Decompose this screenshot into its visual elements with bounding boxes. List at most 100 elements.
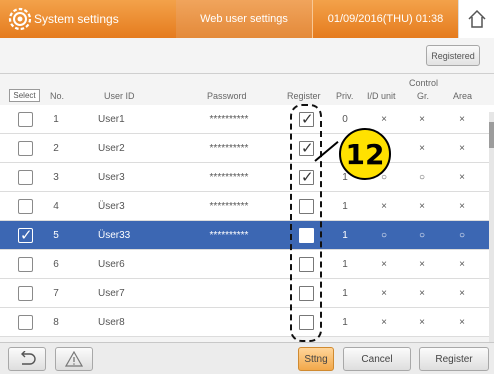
table-row[interactable]: 1 User1 ********** ✓ 0 × × ×: [0, 105, 494, 134]
check-icon: ✓: [20, 227, 33, 244]
idu-control: ×: [381, 201, 387, 212]
user-id: User2: [98, 143, 125, 154]
back-button[interactable]: [8, 347, 46, 371]
password-mask: **********: [209, 114, 249, 125]
select-checkbox[interactable]: [18, 141, 33, 156]
table-row[interactable]: 4 Üser3 ********** 1 × × ×: [0, 192, 494, 221]
area-control: ×: [459, 288, 465, 299]
user-id: User3: [98, 172, 125, 183]
user-id: User1: [98, 114, 125, 125]
register-label: Register: [435, 353, 473, 365]
privilege-level: 1: [342, 317, 348, 328]
row-number: 2: [53, 143, 59, 154]
password-mask: **********: [209, 143, 249, 154]
select-checkbox[interactable]: ✓: [18, 227, 33, 244]
select-checkbox[interactable]: [18, 286, 33, 301]
select-checkbox[interactable]: [18, 315, 33, 330]
select-checkbox[interactable]: [18, 112, 33, 127]
callout-badge: 12: [339, 128, 391, 180]
area-control: ×: [459, 143, 465, 154]
group-control: ○: [418, 172, 426, 183]
select-checkbox[interactable]: [18, 257, 33, 272]
area-control: ×: [459, 114, 465, 125]
group-control: ×: [419, 201, 425, 212]
idu-control: ○: [380, 230, 388, 241]
row-number: 8: [53, 317, 59, 328]
col-register: Register: [287, 91, 321, 101]
scrollbar-thumb[interactable]: [489, 122, 494, 148]
group-control: ×: [419, 317, 425, 328]
group-control: ×: [419, 259, 425, 270]
warning-button[interactable]: [55, 347, 93, 371]
area-control: ○: [458, 230, 466, 241]
select-checkbox[interactable]: [18, 170, 33, 185]
row-number: 3: [53, 172, 59, 183]
password-mask: **********: [209, 172, 249, 183]
registered-label: Registered: [431, 50, 475, 61]
home-button[interactable]: [458, 0, 494, 38]
table-row[interactable]: 3 User3 ********** ✓ 1 ○ ○ ×: [0, 163, 494, 192]
cancel-label: Cancel: [361, 353, 393, 365]
datetime-display: 01/09/2016(THU) 01:38: [312, 0, 458, 38]
password-mask: [192, 308, 266, 337]
col-gr: Gr.: [417, 91, 430, 101]
password-mask: **********: [209, 201, 249, 212]
password-mask: **********: [209, 230, 249, 241]
select-label: Select: [13, 91, 36, 100]
col-idu: I/D unit: [367, 91, 396, 101]
back-icon: [21, 351, 36, 365]
row-number: 6: [53, 259, 59, 270]
table-row[interactable]: 8 User8 1 × × ×: [0, 308, 494, 337]
password-mask: [192, 250, 266, 279]
register-column-highlight: [290, 104, 322, 342]
privilege-level: 1: [342, 259, 348, 270]
privilege-level: 1: [342, 230, 348, 241]
user-id: Üser3: [98, 201, 125, 212]
settings-button[interactable]: Sttng: [298, 347, 334, 371]
idu-control: ×: [381, 317, 387, 328]
idu-control: ×: [381, 288, 387, 299]
col-user-id: User ID: [104, 91, 135, 101]
group-control: ○: [418, 230, 426, 241]
table-row[interactable]: 2 User2 ********** ✓ × ×: [0, 134, 494, 163]
area-control: ×: [459, 201, 465, 212]
col-area: Area: [453, 91, 473, 101]
group-control: ×: [419, 114, 425, 125]
privilege-level: 1: [342, 288, 348, 299]
row-number: 7: [53, 288, 59, 299]
table-row[interactable]: 6 User6 1 × × ×: [0, 250, 494, 279]
area-control: ×: [459, 172, 465, 183]
select-all-button[interactable]: Select: [9, 89, 40, 102]
row-number: 4: [53, 201, 59, 212]
system-settings-tab[interactable]: System settings: [0, 0, 176, 38]
user-id: User8: [98, 317, 125, 328]
system-settings-label: System settings: [34, 12, 119, 26]
col-no: No.: [50, 91, 65, 101]
col-control: Control: [409, 78, 439, 88]
sttng-label: Sttng: [304, 353, 328, 365]
datetime-text: 01/09/2016(THU) 01:38: [327, 13, 444, 25]
user-id: User7: [98, 288, 125, 299]
register-button[interactable]: Register: [419, 347, 489, 371]
web-user-settings-title: Web user settings: [176, 0, 312, 38]
divider: [0, 73, 494, 74]
bottom-bar: Sttng Cancel Register: [0, 342, 494, 374]
row-number: 5: [53, 230, 59, 241]
registered-button[interactable]: Registered: [426, 45, 480, 66]
user-id: Üser33: [98, 230, 131, 241]
header-bar: System settings Web user settings 01/09/…: [0, 0, 494, 38]
home-icon: [467, 9, 486, 28]
gear-icon: [8, 7, 32, 31]
cancel-button[interactable]: Cancel: [343, 347, 411, 371]
col-password: Password: [207, 91, 247, 101]
callout-number: 12: [345, 137, 385, 171]
warning-icon: [65, 351, 83, 367]
select-checkbox[interactable]: [18, 199, 33, 214]
web-user-settings-screen: System settings Web user settings 01/09/…: [0, 0, 494, 374]
password-mask: [192, 279, 266, 308]
row-number: 1: [53, 114, 59, 125]
table-row[interactable]: 7 User7 1 × × ×: [0, 279, 494, 308]
privilege-level: 1: [342, 201, 348, 212]
table-row[interactable]: ✓ 5 Üser33 ********** 1 ○ ○ ○: [0, 221, 494, 250]
user-id: User6: [98, 259, 125, 270]
